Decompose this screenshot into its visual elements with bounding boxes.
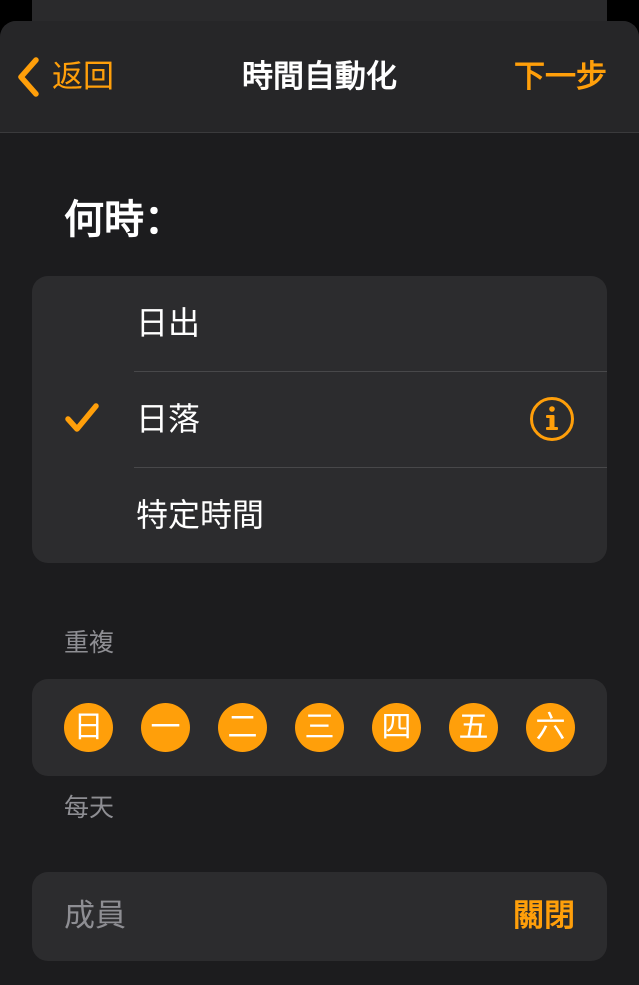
when-options-list: 日出 日落 特定時間 bbox=[32, 276, 607, 563]
members-row[interactable]: 成員 關閉 bbox=[32, 872, 607, 961]
option-sunrise[interactable]: 日出 bbox=[32, 276, 607, 371]
day-tuesday[interactable]: 二 bbox=[218, 703, 267, 752]
repeat-days-picker: 日 一 二 三 四 五 六 bbox=[32, 679, 607, 776]
day-sunday[interactable]: 日 bbox=[64, 703, 113, 752]
repeat-summary: 每天 bbox=[64, 793, 115, 822]
when-heading: 何時： bbox=[64, 197, 184, 243]
back-label: 返回 bbox=[52, 59, 114, 95]
checkmark-icon bbox=[64, 401, 100, 441]
day-monday[interactable]: 一 bbox=[141, 703, 190, 752]
option-specific-time[interactable]: 特定時間 bbox=[32, 468, 607, 563]
day-friday[interactable]: 五 bbox=[449, 703, 498, 752]
day-thursday[interactable]: 四 bbox=[372, 703, 421, 752]
option-label: 特定時間 bbox=[136, 496, 265, 534]
members-value: 關閉 bbox=[513, 898, 575, 934]
option-label: 日出 bbox=[136, 304, 201, 342]
chevron-left-icon bbox=[16, 57, 42, 97]
option-sunset[interactable]: 日落 bbox=[32, 372, 607, 467]
automation-sheet: 返回 時間自動化 下一步 何時： 日出 日落 特定時間 重複 日 一 二 三 四… bbox=[0, 21, 639, 985]
navigation-bar: 返回 時間自動化 下一步 bbox=[0, 21, 639, 133]
day-saturday[interactable]: 六 bbox=[526, 703, 575, 752]
next-button[interactable]: 下一步 bbox=[514, 55, 607, 99]
option-label: 日落 bbox=[136, 400, 201, 438]
info-circle-icon[interactable] bbox=[529, 396, 575, 446]
repeat-label: 重複 bbox=[64, 628, 115, 657]
members-label: 成員 bbox=[64, 898, 126, 934]
day-wednesday[interactable]: 三 bbox=[295, 703, 344, 752]
back-button[interactable]: 返回 bbox=[16, 55, 114, 99]
